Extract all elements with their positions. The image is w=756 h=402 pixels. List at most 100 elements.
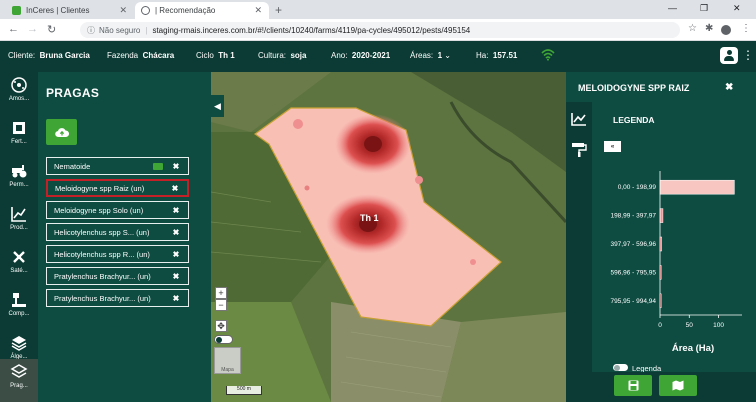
close-icon[interactable]: ✖ (725, 82, 733, 93)
delete-icon[interactable]: ✖ (169, 206, 183, 215)
wifi-icon (541, 48, 555, 63)
close-tab-icon[interactable]: ✕ (254, 5, 262, 16)
legend-side-tabs (566, 102, 592, 372)
satellite-imagery (211, 72, 566, 402)
browser-tab-strip: InCeres | Clientes ✕ | Recomendação ✕ + … (0, 0, 756, 19)
delete-icon[interactable]: ✖ (169, 228, 183, 237)
save-button[interactable] (614, 375, 652, 396)
cycle-name: Th 1 (218, 51, 235, 60)
rail-item-amostragem[interactable]: Amos... (0, 72, 38, 115)
map-export-button[interactable] (659, 375, 697, 396)
browser-menu-icon[interactable]: ⋮ (741, 23, 751, 34)
separator: | (145, 25, 148, 35)
maximize-icon[interactable]: ❐ (700, 3, 708, 14)
chart-icon[interactable] (571, 112, 587, 131)
map-view[interactable] (211, 72, 566, 402)
minimize-icon[interactable]: — (668, 3, 677, 13)
client-selector[interactable]: Cliente: Bruna Garcia (8, 51, 90, 60)
security-status: Não seguro (99, 25, 141, 35)
app-menu-icon[interactable]: ⋮ (742, 48, 754, 62)
close-window-icon[interactable]: ✕ (733, 3, 741, 14)
rail-item-compactacao[interactable]: Comp... (0, 287, 38, 330)
legend-panel-title: MELOIDOGYNE SPP RAIZ (578, 83, 690, 93)
hectares-value: 157.51 (492, 51, 518, 60)
delete-icon[interactable]: ✖ (168, 184, 182, 193)
reload-icon[interactable]: ↻ (47, 23, 56, 36)
panel-title: PRAGAS (46, 86, 100, 100)
rail-item-produtividade[interactable]: Prod... (0, 201, 38, 244)
user-avatar-button[interactable] (720, 47, 738, 64)
cloud-upload-icon (54, 127, 69, 137)
delete-icon[interactable]: ✖ (169, 294, 183, 303)
plus-icon[interactable]: + (275, 3, 282, 17)
browser-tab-recomendacao[interactable]: | Recomendação ✕ (135, 2, 269, 19)
pest-item-pratylenchus-2[interactable]: Pratylenchus Brachyur... (un) ✖ (46, 289, 189, 307)
hectares-display: Ha: 157.51 (476, 51, 518, 60)
zoom-out-button[interactable]: − (215, 299, 227, 311)
map-icon[interactable] (153, 162, 163, 170)
basemap-switcher[interactable]: Mapa (214, 347, 241, 374)
zoom-in-button[interactable]: + (215, 287, 227, 299)
bar (659, 179, 735, 195)
cycle-selector[interactable]: Ciclo Th 1 (196, 51, 235, 60)
pest-item-meloidogyne-solo[interactable]: Meloidogyne spp Solo (un) ✖ (46, 201, 189, 219)
module-rail: Amos... Fert... Perm... Prod... Saté... … (0, 72, 38, 402)
layer-toggle[interactable] (214, 335, 233, 344)
farm-selector[interactable]: Fazenda Chácara (107, 51, 174, 60)
year-selector[interactable]: Ano: 2020-2021 (331, 51, 390, 60)
sampling-icon (11, 77, 27, 93)
chevron-down-icon: ⌄ (444, 51, 451, 60)
move-arrows-icon: ✥ (217, 321, 225, 331)
x-axis-label: Área (Ha) (672, 343, 714, 354)
pest-item-nematoide[interactable]: Nematoide ✖ (46, 157, 189, 175)
tractor-icon (12, 165, 27, 178)
delete-icon[interactable]: ✖ (169, 272, 183, 281)
url-input[interactable]: ⓘ Não seguro | staging-rmais.inceres.com… (80, 22, 680, 38)
rail-item-permanentes[interactable]: Perm... (0, 158, 38, 201)
legend-collapse-button[interactable]: « (604, 141, 621, 152)
category-label: 795,95 - 994,94 (610, 298, 656, 305)
back-icon[interactable]: ← (8, 23, 19, 35)
farm-name: Chácara (142, 51, 175, 60)
category-label: 397,97 - 596,96 (610, 241, 656, 248)
rail-item-satelite[interactable]: Saté... (0, 244, 38, 287)
map-icon (672, 380, 684, 391)
globe-icon (141, 6, 150, 15)
pest-item-helicotylenchus-raiz[interactable]: Helicotylenchus spp R... (un) ✖ (46, 245, 189, 263)
collapse-panel-button[interactable]: ◀ (211, 95, 224, 117)
pests-layers-icon (10, 364, 28, 378)
fullscreen-button[interactable]: ✥ (215, 320, 227, 332)
delete-icon[interactable]: ✖ (169, 250, 183, 259)
legend-toggle[interactable] (613, 364, 628, 371)
inceres-favicon-icon (12, 6, 21, 15)
extensions-icon[interactable]: ✱ (705, 23, 713, 34)
profile-icon[interactable] (721, 25, 731, 35)
satellite-icon (13, 251, 25, 263)
bookmark-star-icon[interactable]: ☆ (688, 23, 697, 34)
pest-item-helicotylenchus-solo[interactable]: Helicotylenchus spp S... (un) ✖ (46, 223, 189, 241)
pest-item-pratylenchus-1[interactable]: Pratylenchus Brachyur... (un) ✖ (46, 267, 189, 285)
url-text: staging-rmais.inceres.com.br/#!/clients/… (152, 25, 471, 35)
crop-selector[interactable]: Cultura: soja (258, 51, 306, 60)
category-label: 0,00 - 198,99 (618, 184, 657, 191)
category-label: 596,96 - 795,95 (610, 269, 656, 276)
crop-name: soja (290, 51, 307, 60)
chevron-left-icon: ◀ (214, 100, 221, 111)
upload-pest-button[interactable] (46, 119, 77, 145)
rail-item-pragas[interactable]: Prag... (0, 359, 38, 402)
forward-icon[interactable]: → (27, 23, 38, 35)
address-bar: ← → ↻ ⓘ Não seguro | staging-rmais.incer… (0, 19, 756, 41)
areas-value: 1 (437, 51, 443, 60)
areas-selector[interactable]: Áreas: 1 ⌄ (410, 51, 451, 60)
paint-roller-icon[interactable] (571, 142, 587, 163)
app-header: Cliente: Bruna Garcia Fazenda Chácara Ci… (0, 42, 756, 70)
rail-item-fertilidade[interactable]: Fert... (0, 115, 38, 158)
close-tab-icon[interactable]: ✕ (119, 5, 127, 16)
user-icon (726, 50, 732, 55)
field-label: Th 1 (360, 213, 379, 223)
delete-icon[interactable]: ✖ (169, 162, 183, 171)
productivity-chart-icon (11, 207, 26, 222)
pest-item-meloidogyne-raiz[interactable]: Meloidogyne spp Raiz (un) ✖ (46, 179, 189, 197)
browser-tab-clients[interactable]: InCeres | Clientes ✕ (6, 2, 134, 19)
warning-icon: ⓘ (87, 25, 95, 35)
